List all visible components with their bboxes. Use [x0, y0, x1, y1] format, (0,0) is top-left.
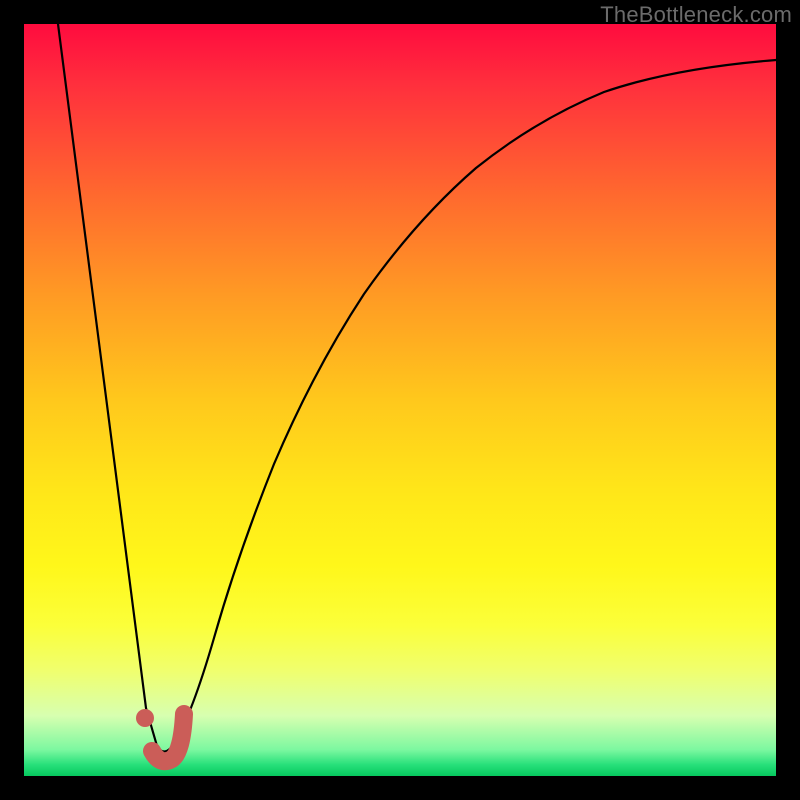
watermark-text: TheBottleneck.com — [600, 2, 792, 28]
highlight-j-hook — [152, 714, 184, 761]
marker-dot — [136, 709, 154, 727]
bottleneck-curve — [58, 24, 776, 752]
bottleneck-chart — [24, 24, 776, 776]
chart-canvas — [24, 24, 776, 776]
